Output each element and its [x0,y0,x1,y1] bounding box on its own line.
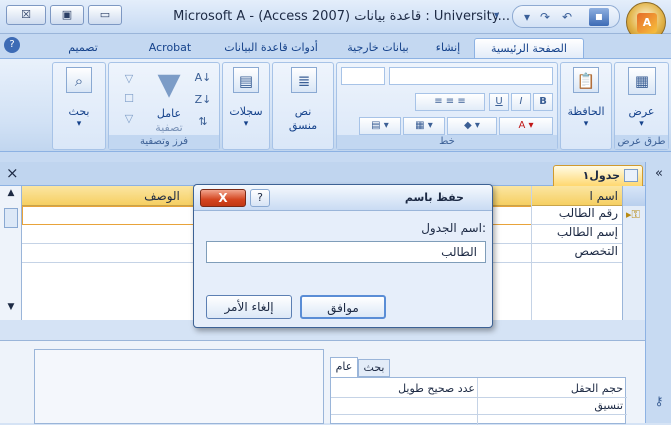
font-group-label: خط [337,135,557,149]
help-icon[interactable]: ? [4,37,20,53]
find-group: ⌕ بحث ▾ [52,62,106,150]
richtext-sub-label[interactable]: منسق [273,119,333,132]
table-view-icon[interactable]: ▦ [628,67,656,95]
binoculars-icon[interactable]: ⌕ [66,67,92,93]
title-bar: ☒ ▣ ▭ Microsoft A - (Access 2007) قاعدة … [0,0,671,42]
tab-design[interactable]: تصميم [48,38,118,58]
dialog-help-button[interactable]: ? [250,189,270,207]
records-group: ▤ سجلات ▾ [222,62,270,150]
find-dropdown-icon[interactable]: ▾ [53,119,105,129]
tab-acrobat[interactable]: Acrobat [140,38,200,58]
alt-fill-button[interactable]: ▤ ▾ [359,117,401,135]
richtext-group: ≣ نص منسق [272,62,334,150]
underline-button[interactable]: U [489,93,509,111]
sort-filter-group-label: فرز وتصفية [109,135,219,149]
primary-key-icon[interactable]: ▸⚿ [626,208,644,224]
sort-filter-group: A↓ Z↓ ⇅ ▼ عامل تصفية ▽ ☐ ▽ فرز وتصفية [108,62,220,150]
save-as-dialog: X ? حفظ باسم اسم الجدول: الطالب موافق إل… [193,184,493,328]
property-name: تنسيق [594,399,623,412]
filter-sub-label[interactable]: تصفية [139,121,199,134]
customize-icon[interactable]: ▾ [519,9,535,25]
dialog-title-bar: X ? حفظ باسم [194,185,492,211]
window-title: Microsoft A - (Access 2007) قاعدة بيانات… [173,9,510,24]
clipboard-dropdown-icon[interactable]: ▾ [561,119,611,129]
minimize-button[interactable]: ▭ [88,5,122,25]
tab-lookup[interactable]: بحث [358,359,390,377]
field-properties-pane: بحث عام حجم الحقل عدد صحيح طويل تنسيق [0,340,645,425]
key-icon: ⚷ [654,394,664,408]
find-button[interactable]: بحث [53,105,105,118]
help-text-area [34,349,324,424]
vertical-scrollbar[interactable]: ▲ ▼ [0,186,22,320]
ok-button[interactable]: موافق [300,295,386,319]
table-name-input[interactable]: الطالب [206,241,486,263]
property-name: حجم الحقل [570,382,623,395]
views-group: ▦ عرض ▾ طرق عرض [614,62,669,150]
tab-create[interactable]: إنشاء [426,38,470,58]
italic-button[interactable]: I [511,93,531,111]
table-row[interactable]: رقم الطالب [532,206,622,225]
clipboard-group: 📋 الحافظة ▾ [560,62,612,150]
property-value[interactable]: عدد صحيح طويل [333,382,475,395]
tab-database-tools[interactable]: أدوات قاعدة البيانات [212,38,330,58]
dialog-title: حفظ باسم [404,191,464,204]
table-name-input-value: الطالب [441,245,477,259]
filter-button[interactable]: عامل [139,107,199,120]
tab-general[interactable]: عام [330,357,358,377]
table-row[interactable]: إسم الطالب [532,225,622,244]
records-button[interactable]: سجلات [223,105,269,118]
qat-dropdown-icon[interactable]: ▾ [494,10,508,24]
undo-icon[interactable]: ↶ [559,9,575,25]
table-name-label: اسم الجدول: [421,221,486,235]
filter-icon[interactable]: ▼ [149,65,189,105]
scroll-thumb[interactable] [4,208,18,228]
ribbon-spacer [0,152,671,162]
quick-access-toolbar: ▾ ↷ ↶ ▪ [512,5,620,28]
close-document-button[interactable]: × [6,165,22,181]
document-tab-table1[interactable]: جدول١ [553,165,643,186]
records-icon[interactable]: ▤ [233,67,259,93]
ribbon: ▦ عرض ▾ طرق عرض 📋 الحافظة ▾ B I U ≡ ≡ ≡ … [0,58,671,152]
ribbon-tabs: ? تصميم Acrobat أدوات قاعدة البيانات بيا… [0,34,671,58]
document-tab-bar: × [0,162,645,186]
tab-home[interactable]: الصفحة الرئيسية [474,38,584,58]
font-color-button[interactable]: A ▾ [499,117,553,135]
tab-external-data[interactable]: بيانات خارجية [336,38,420,58]
office-logo-icon: A [637,13,657,33]
font-name-combo[interactable] [389,67,553,85]
paste-icon[interactable]: 📋 [573,67,599,93]
maximize-button[interactable]: ▣ [50,5,84,25]
table-icon [624,169,638,182]
cancel-button[interactable]: إلغاء الأمر [206,295,292,319]
filter-option-icons[interactable]: ▽ ☐ ▽ [117,69,141,133]
views-button-label[interactable]: عرض [615,105,668,118]
dialog-close-button[interactable]: X [200,189,246,207]
views-group-label: طرق عرض [615,135,668,149]
bold-button[interactable]: B [533,93,553,111]
scroll-down-icon[interactable]: ▼ [4,302,18,316]
close-window-button[interactable]: ☒ [6,5,46,25]
align-buttons[interactable]: ≡ ≡ ≡ [415,93,485,111]
records-dropdown-icon[interactable]: ▾ [223,119,269,129]
table-row[interactable]: التخصص [532,244,622,263]
scroll-up-icon[interactable]: ▲ [4,188,18,202]
font-size-combo[interactable] [341,67,385,85]
document-tab-label: جدول١ [582,169,620,182]
clipboard-button[interactable]: الحافظة [561,105,611,118]
richtext-button[interactable]: نص [273,105,333,118]
redo-icon[interactable]: ↷ [537,9,553,25]
row-selector-column: ▸⚿ [622,186,645,320]
views-dropdown-icon[interactable]: ▾ [615,119,668,129]
save-icon[interactable]: ▪ [589,8,609,26]
expand-nav-button[interactable]: « [650,166,668,182]
font-group: B I U ≡ ≡ ≡ A ▾ ◆ ▾ ▦ ▾ ▤ ▾ خط [336,62,558,150]
fill-color-button[interactable]: ◆ ▾ [447,117,497,135]
field-name-column-header: اسم ا [589,189,618,203]
gridlines-button[interactable]: ▦ ▾ [403,117,445,135]
navigation-pane-collapsed: « ⚷ [645,162,671,423]
rich-text-icon[interactable]: ≣ [291,67,317,93]
properties-grid: حجم الحقل عدد صحيح طويل تنسيق [330,377,627,425]
